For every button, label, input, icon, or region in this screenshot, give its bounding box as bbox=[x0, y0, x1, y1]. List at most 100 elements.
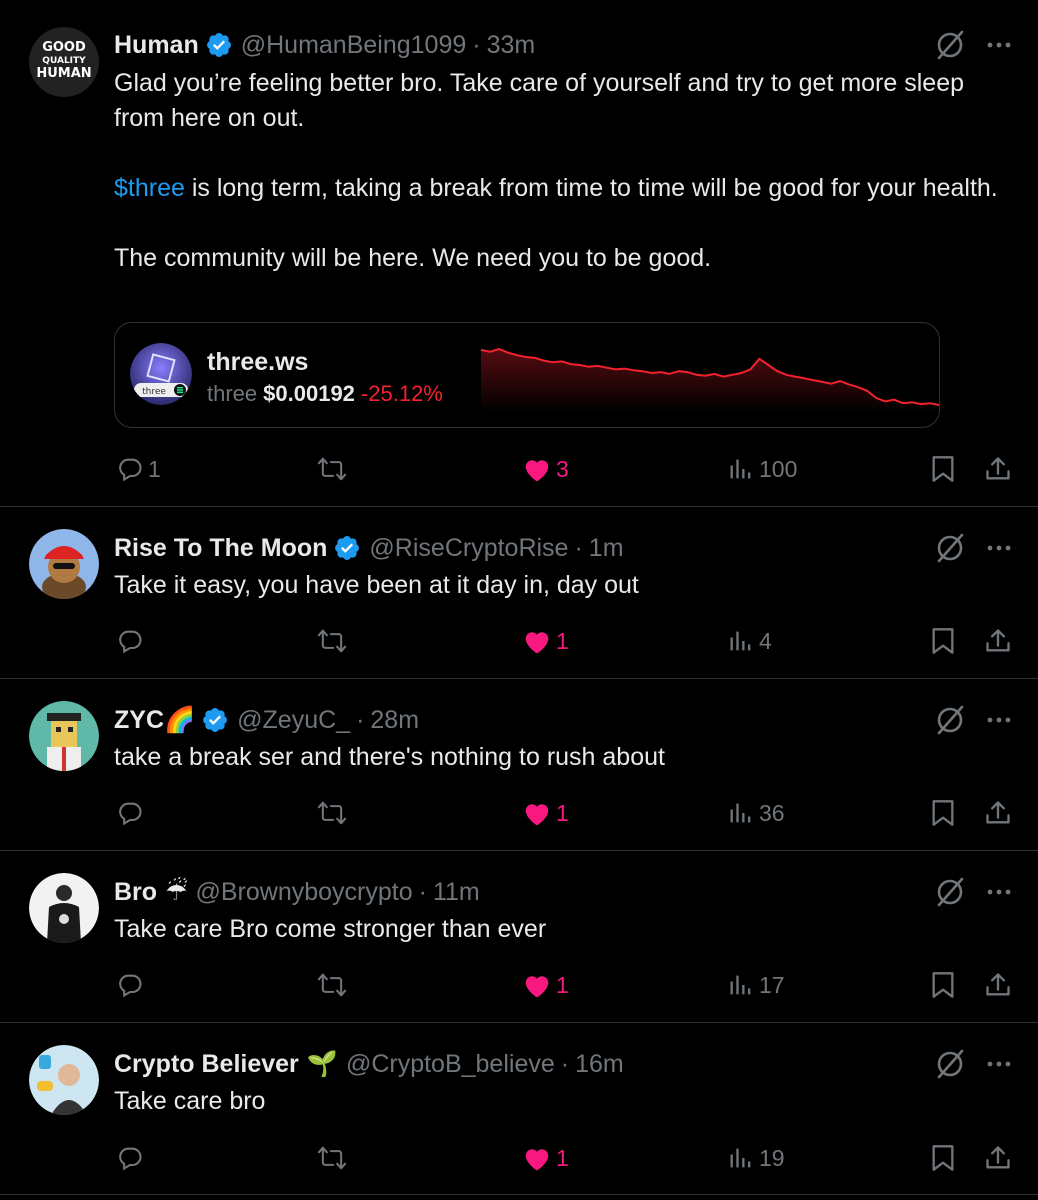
tweet-rise-to-the-moon[interactable]: Rise To The Moon @RiseCryptoRise · 1m Ta… bbox=[0, 507, 1038, 679]
grok-icon[interactable] bbox=[934, 29, 966, 61]
verified-badge-icon[interactable] bbox=[201, 706, 229, 734]
avatar[interactable] bbox=[29, 529, 99, 599]
reply-button[interactable]: 1 bbox=[116, 449, 161, 489]
views-button[interactable]: 100 bbox=[727, 449, 797, 489]
like-button[interactable]: 3 bbox=[522, 449, 569, 489]
like-count: 1 bbox=[556, 971, 569, 998]
more-icon[interactable] bbox=[984, 705, 1014, 735]
timestamp[interactable]: 1m bbox=[589, 534, 624, 563]
like-button[interactable]: 1 bbox=[522, 965, 569, 1005]
views-button[interactable]: 19 bbox=[727, 1138, 785, 1178]
token-card[interactable]: three three.ws three $0.00192 -25.12% bbox=[114, 322, 940, 428]
token-ticker: three bbox=[207, 381, 258, 406]
handle[interactable]: @RiseCryptoRise bbox=[369, 534, 568, 563]
action-bar: 1 36 bbox=[0, 793, 1038, 833]
share-button[interactable] bbox=[984, 449, 1012, 489]
avatar[interactable] bbox=[29, 873, 99, 943]
grok-icon[interactable] bbox=[934, 532, 966, 564]
display-name[interactable]: Crypto Believer bbox=[114, 1050, 299, 1079]
retweet-button[interactable] bbox=[316, 965, 348, 1005]
reply-icon bbox=[119, 458, 142, 482]
share-button[interactable] bbox=[984, 621, 1012, 661]
action-bar: 1 3 100 bbox=[0, 449, 1038, 489]
bookmark-button[interactable] bbox=[930, 1138, 956, 1178]
price-chart-area bbox=[481, 349, 939, 413]
tweet-text: Glad you’re feeling better bro. Take car… bbox=[114, 66, 1004, 276]
views-count: 100 bbox=[759, 455, 798, 482]
tweet-bro[interactable]: Bro ☔ @Brownyboycrypto · 11m Take care B… bbox=[0, 851, 1038, 1023]
timestamp[interactable]: 11m bbox=[433, 878, 480, 907]
separator-dot: · bbox=[574, 533, 583, 562]
heart-icon bbox=[525, 976, 549, 998]
grok-icon[interactable] bbox=[934, 876, 966, 908]
cashtag-link[interactable]: $three bbox=[114, 174, 185, 202]
avatar-zyc-image bbox=[29, 701, 99, 771]
tweet-text: Take care Bro come stronger than ever bbox=[114, 915, 547, 943]
views-button[interactable]: 36 bbox=[727, 793, 785, 833]
grok-icon[interactable] bbox=[934, 1048, 966, 1080]
retweet-button[interactable] bbox=[316, 449, 348, 489]
retweet-button[interactable] bbox=[316, 621, 348, 661]
more-icon[interactable] bbox=[984, 30, 1014, 60]
views-button[interactable]: 17 bbox=[727, 965, 785, 1005]
views-count: 4 bbox=[759, 627, 772, 654]
more-icon[interactable] bbox=[984, 1049, 1014, 1079]
display-name[interactable]: Human bbox=[114, 31, 199, 60]
retweet-icon bbox=[317, 629, 347, 653]
bookmark-button[interactable] bbox=[930, 965, 956, 1005]
reply-button[interactable] bbox=[116, 793, 148, 833]
handle[interactable]: @HumanBeing1099 bbox=[241, 31, 467, 60]
share-button[interactable] bbox=[984, 965, 1012, 1005]
share-icon bbox=[986, 629, 1010, 652]
timestamp[interactable]: 28m bbox=[370, 706, 419, 735]
avatar[interactable] bbox=[29, 1045, 99, 1115]
retweet-button[interactable] bbox=[316, 793, 348, 833]
tweet-zyc[interactable]: ZYC 🌈 @ZeyuC_ · 28m take a break ser and… bbox=[0, 679, 1038, 851]
like-button[interactable]: 1 bbox=[522, 1138, 569, 1178]
grok-icon[interactable] bbox=[934, 704, 966, 736]
reply-button[interactable] bbox=[116, 621, 148, 661]
avatar[interactable]: GOOD QUALITY HUMAN bbox=[29, 27, 99, 97]
handle[interactable]: @CryptoB_believe bbox=[346, 1050, 555, 1079]
verified-badge-icon[interactable] bbox=[333, 534, 361, 562]
share-button[interactable] bbox=[984, 793, 1012, 833]
timestamp[interactable]: 33m bbox=[487, 31, 536, 60]
more-icon[interactable] bbox=[984, 533, 1014, 563]
display-name[interactable]: Rise To The Moon bbox=[114, 534, 327, 563]
reply-button[interactable] bbox=[116, 965, 148, 1005]
bookmark-button[interactable] bbox=[930, 449, 956, 489]
like-button[interactable]: 1 bbox=[522, 793, 569, 833]
more-icon[interactable] bbox=[984, 877, 1014, 907]
share-button[interactable] bbox=[984, 1138, 1012, 1178]
price-chart bbox=[480, 347, 939, 413]
tweet-paragraph-1: Glad you’re feeling better bro. Take car… bbox=[114, 69, 964, 132]
token-change: -25.12% bbox=[360, 381, 443, 406]
tweet-crypto-believer[interactable]: Crypto Believer 🌱 @CryptoB_believe · 16m… bbox=[0, 1023, 1038, 1195]
reply-button[interactable] bbox=[116, 1138, 148, 1178]
timestamp[interactable]: 16m bbox=[575, 1050, 624, 1079]
display-name[interactable]: ZYC bbox=[114, 706, 164, 735]
tweet-header: Bro ☔ @Brownyboycrypto · 11m bbox=[114, 875, 480, 909]
tweet-text: take a break ser and there's nothing to … bbox=[114, 743, 665, 771]
action-bar: 1 4 bbox=[0, 621, 1038, 661]
views-count: 17 bbox=[759, 971, 785, 998]
like-button[interactable]: 1 bbox=[522, 621, 569, 661]
handle[interactable]: @Brownyboycrypto bbox=[195, 878, 412, 907]
bookmark-button[interactable] bbox=[930, 793, 956, 833]
reply-icon bbox=[119, 1147, 142, 1171]
share-icon bbox=[986, 1146, 1010, 1169]
bookmark-button[interactable] bbox=[930, 621, 956, 661]
separator-dot: · bbox=[418, 877, 427, 906]
avatar-text-2: QUALITY bbox=[42, 56, 86, 66]
retweet-icon bbox=[317, 457, 347, 481]
retweet-button[interactable] bbox=[316, 1138, 348, 1178]
tweet-header: Human @HumanBeing1099 · 33m bbox=[114, 28, 535, 62]
tweet-human[interactable]: GOOD QUALITY HUMAN Human @HumanBeing1099… bbox=[0, 0, 1038, 507]
tweet-header: ZYC 🌈 @ZeyuC_ · 28m bbox=[114, 703, 419, 737]
display-name[interactable]: Bro bbox=[114, 878, 157, 907]
verified-badge-icon[interactable] bbox=[205, 31, 233, 59]
handle[interactable]: @ZeyuC_ bbox=[237, 706, 350, 735]
views-button[interactable]: 4 bbox=[727, 621, 772, 661]
avatar[interactable] bbox=[29, 701, 99, 771]
avatar-human-image: GOOD QUALITY HUMAN bbox=[29, 27, 99, 97]
